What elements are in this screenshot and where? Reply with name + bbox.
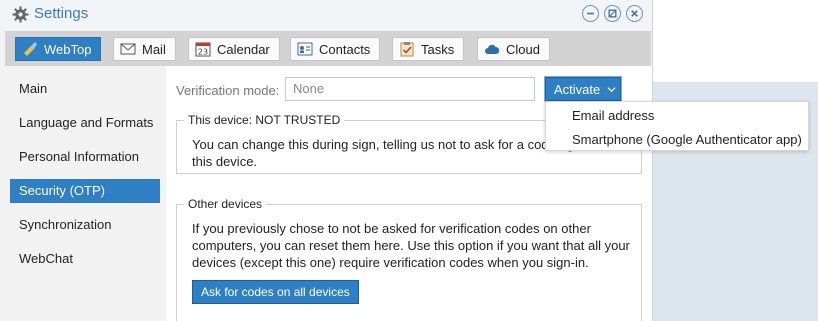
- activate-button[interactable]: Activate: [544, 76, 622, 102]
- verification-mode-label: Verification mode:: [176, 83, 280, 98]
- gear-icon: [12, 6, 29, 23]
- other-devices-text: If you previously chose to not be asked …: [192, 221, 630, 270]
- sidebar-item-security-otp[interactable]: Security (OTP): [10, 179, 160, 203]
- sidebar-item-language-and-formats[interactable]: Language and Formats: [10, 111, 160, 135]
- sidebar-item-main[interactable]: Main: [10, 77, 160, 101]
- cloud-icon: [484, 41, 500, 57]
- sidebar-item-webchat[interactable]: WebChat: [10, 247, 160, 271]
- tasks-icon: [399, 41, 415, 57]
- calendar-icon: 23: [195, 41, 211, 57]
- tab-tasks[interactable]: Tasks: [392, 37, 465, 61]
- tab-webtop[interactable]: WebTop: [15, 37, 102, 61]
- tab-contacts[interactable]: Contacts: [290, 37, 381, 61]
- tab-label: Contacts: [319, 41, 371, 57]
- webtop-icon: [22, 41, 38, 57]
- close-icon[interactable]: [626, 5, 643, 22]
- menu-item-email-address[interactable]: Email address: [572, 108, 654, 123]
- window-title: Settings: [34, 5, 89, 22]
- sidebar-item-synchronization[interactable]: Synchronization: [10, 213, 160, 237]
- tab-calendar[interactable]: 23 Calendar: [188, 37, 280, 61]
- other-devices-legend: Other devices: [184, 197, 267, 211]
- sidebar-item-personal-information[interactable]: Personal Information: [10, 145, 160, 169]
- this-device-legend: This device: NOT TRUSTED: [184, 113, 345, 127]
- tab-label: Cloud: [506, 41, 540, 57]
- window-titlebar: Settings: [0, 0, 652, 30]
- tab-label: Tasks: [421, 41, 455, 57]
- ask-codes-all-devices-button[interactable]: Ask for codes on all devices: [192, 280, 359, 304]
- menu-item-smartphone-authenticator[interactable]: Smartphone (Google Authenticator app): [572, 132, 802, 147]
- maximize-icon[interactable]: [604, 5, 621, 22]
- tab-label: WebTop: [44, 41, 92, 57]
- other-devices-fieldset: Other devices If you previously chose to…: [176, 197, 642, 321]
- settings-window: Settings WebTop Mail 23 Calendar Contact…: [0, 0, 653, 321]
- verification-mode-field[interactable]: None: [285, 77, 535, 101]
- tab-label: Mail: [142, 41, 166, 57]
- mail-icon: [120, 41, 136, 57]
- tab-cloud[interactable]: Cloud: [477, 37, 550, 61]
- contacts-icon: [297, 41, 313, 57]
- settings-sidebar: Main Language and Formats Personal Infor…: [5, 66, 166, 321]
- tab-label: Calendar: [217, 41, 270, 57]
- chevron-down-icon: [607, 85, 616, 94]
- minimize-icon[interactable]: [582, 5, 599, 22]
- calendar-day: 23: [198, 48, 208, 57]
- tab-mail[interactable]: Mail: [113, 37, 176, 61]
- activate-dropdown-menu: Email address Smartphone (Google Authent…: [545, 101, 809, 151]
- activate-label: Activate: [554, 81, 601, 97]
- app-toolbar: WebTop Mail 23 Calendar Contacts Tasks C…: [5, 31, 651, 66]
